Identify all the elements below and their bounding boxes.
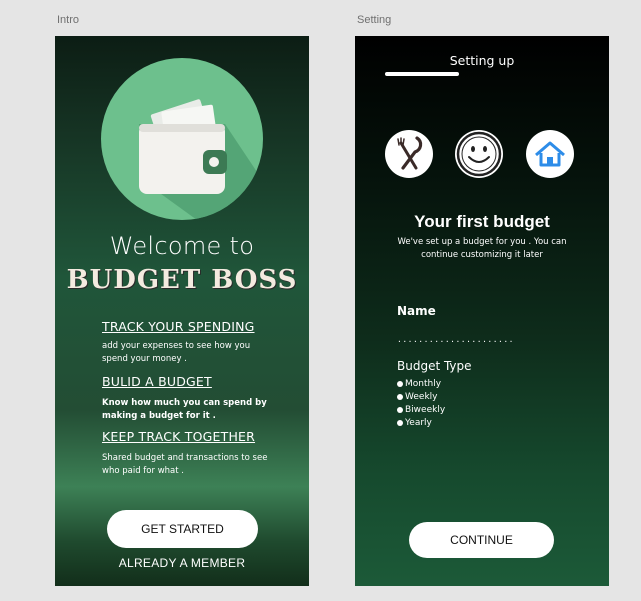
continue-button[interactable]: CONTINUE xyxy=(409,522,554,558)
progress-bar xyxy=(385,72,459,76)
radio-monthly[interactable]: Monthly xyxy=(397,379,441,389)
subtitle-line: We've set up a budget for you . You can xyxy=(397,237,567,247)
welcome-text: Welcome to xyxy=(109,232,255,260)
radio-label: Monthly xyxy=(405,379,442,389)
subtitle-line: continue customizing it later xyxy=(421,250,543,260)
feature-desc-line: Know how much you can spend by xyxy=(102,398,267,408)
radio-label: Weekly xyxy=(405,392,438,402)
feature-title-build[interactable]: BULID A BUDGET xyxy=(102,374,212,389)
name-label: Name xyxy=(397,304,436,318)
budget-type-label: Budget Type xyxy=(397,359,472,373)
feature-desc-line: spend your money . xyxy=(102,354,187,364)
artboard-label-intro: Intro xyxy=(57,14,80,26)
home-icon[interactable] xyxy=(526,130,574,178)
radio-biweekly[interactable]: Biweekly xyxy=(397,405,445,415)
budget-title: Your first budget xyxy=(414,212,550,231)
feature-desc-line: making a budget for it . xyxy=(102,411,216,421)
feature-title-track[interactable]: TRACK YOUR SPENDING xyxy=(102,319,255,334)
fork-knife-icon[interactable] xyxy=(385,130,433,178)
smiley-icon[interactable] xyxy=(455,130,503,178)
setting-screen: Setting up Your first budget We've set u… xyxy=(355,36,609,586)
budget-subtitle: We've set up a budget for you . You can … xyxy=(385,236,579,262)
feature-desc-line: add your expenses to see how you xyxy=(102,341,251,351)
app-brand-title: BUDGET BOSS xyxy=(66,265,298,295)
radio-weekly[interactable]: Weekly xyxy=(397,392,437,402)
radio-button-icon[interactable] xyxy=(397,420,403,426)
feature-desc-track: add your expenses to see how you spend y… xyxy=(102,340,272,366)
radio-label: Biweekly xyxy=(405,405,446,415)
name-input[interactable] xyxy=(397,333,513,345)
radio-button-icon[interactable] xyxy=(397,381,403,387)
radio-button-icon[interactable] xyxy=(397,407,403,413)
setting-header: Setting up xyxy=(449,53,515,68)
already-member-link[interactable]: ALREADY A MEMBER xyxy=(55,556,309,570)
feature-title-together[interactable]: KEEP TRACK TOGETHER xyxy=(102,429,255,444)
artboard-label-setting: Setting xyxy=(357,14,392,26)
intro-screen: Welcome to BUDGET BOSS TRACK YOUR SPENDI… xyxy=(55,36,309,586)
feature-desc-build: Know how much you can spend by making a … xyxy=(102,397,272,423)
feature-desc-together: Shared budget and transactions to see wh… xyxy=(102,452,272,478)
radio-label: Yearly xyxy=(405,418,432,428)
radio-button-icon[interactable] xyxy=(397,394,403,400)
feature-desc-line: who paid for what . xyxy=(102,466,184,476)
radio-yearly[interactable]: Yearly xyxy=(397,418,432,428)
get-started-button[interactable]: GET STARTED xyxy=(107,510,258,548)
wallet-icon xyxy=(101,58,263,220)
feature-desc-line: Shared budget and transactions to see xyxy=(102,453,268,463)
